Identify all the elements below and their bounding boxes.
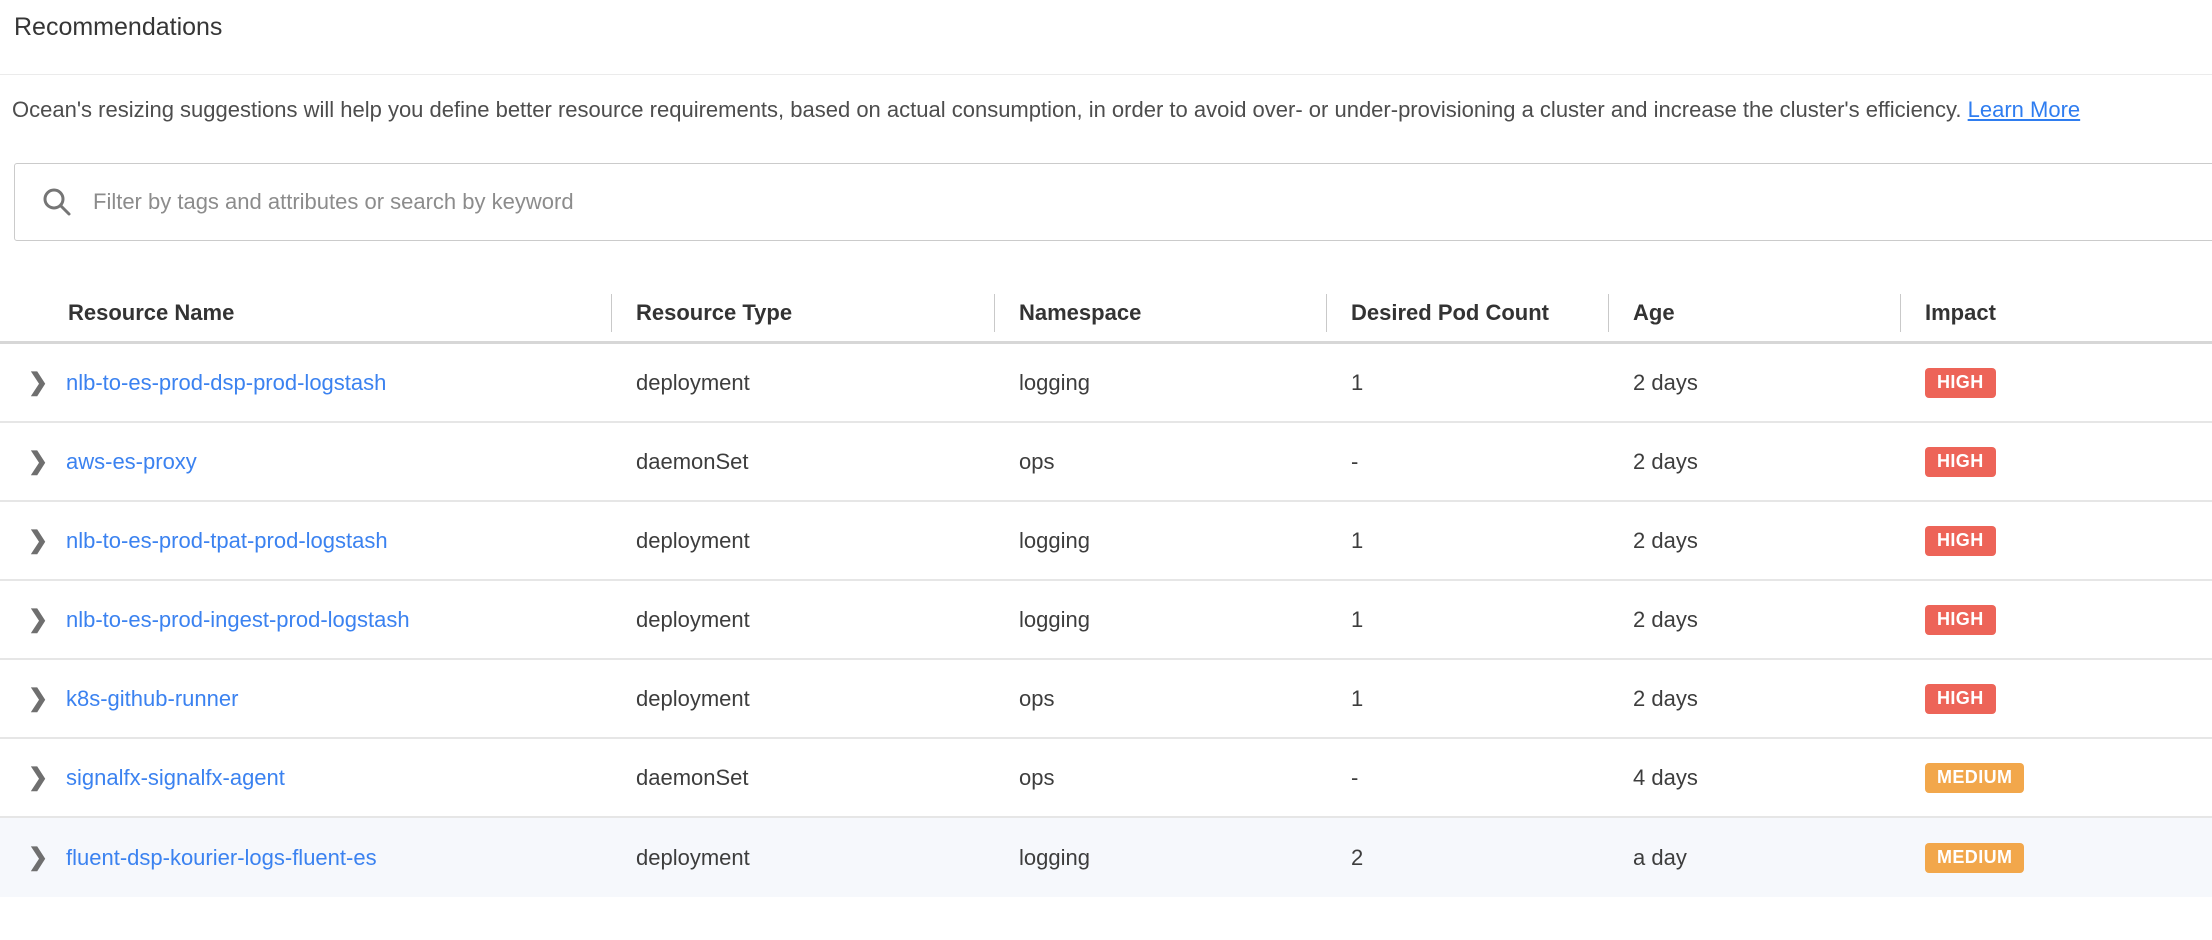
- page-title: Recommendations: [0, 0, 2212, 42]
- table-row[interactable]: ❯ nlb-to-es-prod-tpat-prod-logstash depl…: [0, 502, 2212, 581]
- impact-cell: HIGH: [1900, 526, 2212, 556]
- impact-badge: HIGH: [1925, 447, 1996, 477]
- table-row[interactable]: ❯ nlb-to-es-prod-ingest-prod-logstash de…: [0, 581, 2212, 660]
- filter-search-box[interactable]: [14, 163, 2212, 241]
- desired-pod-count-cell: 1: [1326, 686, 1608, 712]
- desired-pod-count-cell: -: [1326, 449, 1608, 475]
- expand-row-button[interactable]: ❯: [28, 368, 54, 398]
- page-description: Ocean's resizing suggestions will help y…: [12, 91, 2198, 129]
- search-icon: [41, 186, 73, 218]
- resource-name-cell: ❯ aws-es-proxy: [0, 447, 611, 477]
- namespace-cell: ops: [994, 686, 1326, 712]
- chevron-right-icon: ❯: [28, 527, 48, 554]
- impact-badge: MEDIUM: [1925, 763, 2024, 793]
- resource-type-cell: deployment: [611, 528, 994, 554]
- column-header-desired-pod-count[interactable]: Desired Pod Count: [1326, 284, 1608, 341]
- resource-name-cell: ❯ fluent-dsp-kourier-logs-fluent-es: [0, 843, 611, 873]
- namespace-cell: logging: [994, 370, 1326, 396]
- table-row[interactable]: ❯ aws-es-proxy daemonSet ops - 2 days HI…: [0, 423, 2212, 502]
- namespace-cell: logging: [994, 528, 1326, 554]
- impact-cell: HIGH: [1900, 684, 2212, 714]
- resource-type-cell: deployment: [611, 607, 994, 633]
- expand-row-button[interactable]: ❯: [28, 684, 54, 714]
- chevron-right-icon: ❯: [28, 448, 48, 475]
- impact-badge: MEDIUM: [1925, 843, 2024, 873]
- age-cell: 2 days: [1608, 528, 1900, 554]
- chevron-right-icon: ❯: [28, 369, 48, 396]
- impact-badge: HIGH: [1925, 368, 1996, 398]
- impact-cell: MEDIUM: [1900, 843, 2212, 873]
- column-header-impact[interactable]: Impact: [1900, 284, 2212, 341]
- desired-pod-count-cell: 2: [1326, 845, 1608, 871]
- resource-name-cell: ❯ signalfx-signalfx-agent: [0, 763, 611, 793]
- resource-name-link[interactable]: aws-es-proxy: [66, 449, 197, 475]
- description-text: Ocean's resizing suggestions will help y…: [12, 97, 1962, 122]
- age-cell: 2 days: [1608, 686, 1900, 712]
- resource-name-link[interactable]: nlb-to-es-prod-dsp-prod-logstash: [66, 370, 386, 396]
- recommendations-table: Resource Name Resource Type Namespace De…: [0, 284, 2212, 897]
- desired-pod-count-cell: 1: [1326, 370, 1608, 396]
- impact-badge: HIGH: [1925, 526, 1996, 556]
- table-row[interactable]: ❯ k8s-github-runner deployment ops 1 2 d…: [0, 660, 2212, 739]
- column-header-resource-name[interactable]: Resource Name: [0, 284, 611, 341]
- resource-name-link[interactable]: nlb-to-es-prod-tpat-prod-logstash: [66, 528, 388, 554]
- column-header-namespace[interactable]: Namespace: [994, 284, 1326, 341]
- resource-name-link[interactable]: k8s-github-runner: [66, 686, 238, 712]
- impact-cell: HIGH: [1900, 605, 2212, 635]
- namespace-cell: logging: [994, 845, 1326, 871]
- column-header-age[interactable]: Age: [1608, 284, 1900, 341]
- impact-cell: HIGH: [1900, 447, 2212, 477]
- impact-badge: HIGH: [1925, 684, 1996, 714]
- resource-type-cell: deployment: [611, 370, 994, 396]
- column-header-resource-type[interactable]: Resource Type: [611, 284, 994, 341]
- namespace-cell: ops: [994, 449, 1326, 475]
- resource-name-link[interactable]: signalfx-signalfx-agent: [66, 765, 285, 791]
- resource-name-link[interactable]: fluent-dsp-kourier-logs-fluent-es: [66, 845, 377, 871]
- resource-type-cell: daemonSet: [611, 765, 994, 791]
- resource-name-link[interactable]: nlb-to-es-prod-ingest-prod-logstash: [66, 607, 410, 633]
- chevron-right-icon: ❯: [28, 844, 48, 871]
- expand-row-button[interactable]: ❯: [28, 843, 54, 873]
- age-cell: a day: [1608, 845, 1900, 871]
- search-input[interactable]: [93, 189, 2211, 215]
- learn-more-link[interactable]: Learn More: [1968, 97, 2081, 122]
- desired-pod-count-cell: 1: [1326, 528, 1608, 554]
- chevron-right-icon: ❯: [28, 685, 48, 712]
- desired-pod-count-cell: -: [1326, 765, 1608, 791]
- title-divider: [0, 74, 2212, 75]
- age-cell: 2 days: [1608, 449, 1900, 475]
- expand-row-button[interactable]: ❯: [28, 605, 54, 635]
- table-row[interactable]: ❯ nlb-to-es-prod-dsp-prod-logstash deplo…: [0, 344, 2212, 423]
- age-cell: 2 days: [1608, 370, 1900, 396]
- resource-type-cell: deployment: [611, 686, 994, 712]
- expand-row-button[interactable]: ❯: [28, 526, 54, 556]
- table-header-row: Resource Name Resource Type Namespace De…: [0, 284, 2212, 344]
- age-cell: 2 days: [1608, 607, 1900, 633]
- impact-badge: HIGH: [1925, 605, 1996, 635]
- resource-name-cell: ❯ k8s-github-runner: [0, 684, 611, 714]
- age-cell: 4 days: [1608, 765, 1900, 791]
- resource-type-cell: deployment: [611, 845, 994, 871]
- resource-name-cell: ❯ nlb-to-es-prod-dsp-prod-logstash: [0, 368, 611, 398]
- table-row[interactable]: ❯ fluent-dsp-kourier-logs-fluent-es depl…: [0, 818, 2212, 897]
- expand-row-button[interactable]: ❯: [28, 447, 54, 477]
- table-body: ❯ nlb-to-es-prod-dsp-prod-logstash deplo…: [0, 344, 2212, 897]
- chevron-right-icon: ❯: [28, 606, 48, 633]
- namespace-cell: logging: [994, 607, 1326, 633]
- desired-pod-count-cell: 1: [1326, 607, 1608, 633]
- namespace-cell: ops: [994, 765, 1326, 791]
- chevron-right-icon: ❯: [28, 764, 48, 791]
- expand-row-button[interactable]: ❯: [28, 763, 54, 793]
- impact-cell: HIGH: [1900, 368, 2212, 398]
- resource-type-cell: daemonSet: [611, 449, 994, 475]
- resource-name-cell: ❯ nlb-to-es-prod-tpat-prod-logstash: [0, 526, 611, 556]
- impact-cell: MEDIUM: [1900, 763, 2212, 793]
- resource-name-cell: ❯ nlb-to-es-prod-ingest-prod-logstash: [0, 605, 611, 635]
- table-row[interactable]: ❯ signalfx-signalfx-agent daemonSet ops …: [0, 739, 2212, 818]
- recommendations-page: Recommendations Ocean's resizing suggest…: [0, 0, 2212, 940]
